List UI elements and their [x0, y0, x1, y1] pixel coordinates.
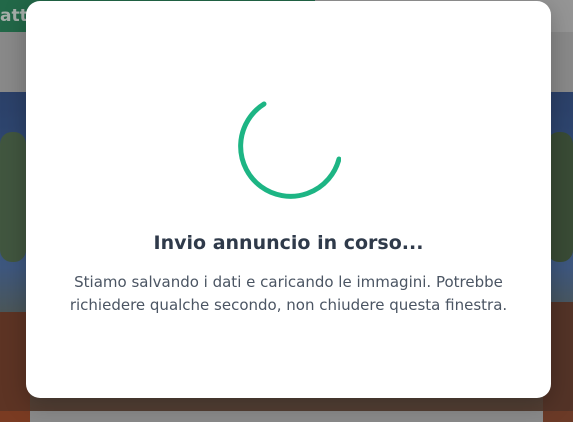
upload-progress-modal: Invio annuncio in corso... Stiamo salvan…: [26, 1, 551, 398]
modal-message: Stiamo salvando i dati e caricando le im…: [69, 273, 508, 314]
spinner-arc: [238, 101, 342, 199]
modal-title: Invio annuncio in corso...: [153, 232, 424, 254]
loading-spinner-icon: [231, 97, 342, 207]
